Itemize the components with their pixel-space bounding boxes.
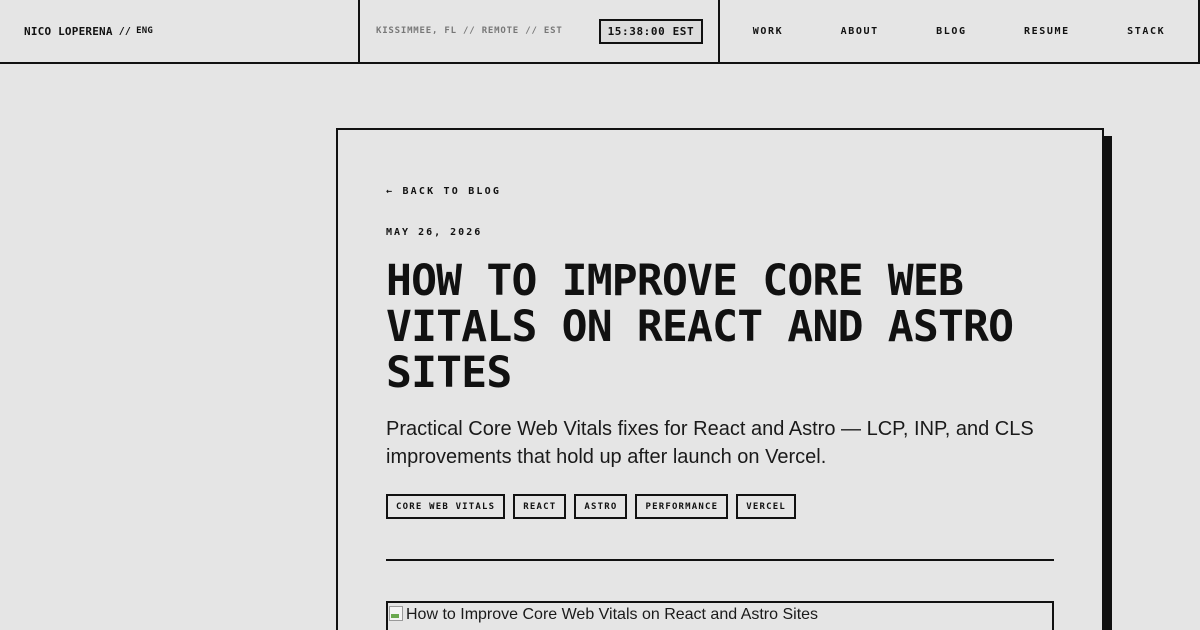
nav-item-about[interactable]: ABOUT	[841, 26, 879, 37]
hero-image: How to Improve Core Web Vitals on React …	[386, 601, 1054, 630]
broken-image-icon	[388, 605, 404, 621]
nav-item-blog[interactable]: BLOG	[936, 26, 966, 37]
location-text: KISSIMMEE, FL // REMOTE // EST	[376, 26, 563, 36]
tag-react[interactable]: REACT	[513, 494, 567, 519]
post-title: How to Improve Core Web Vitals on React …	[386, 256, 1014, 398]
tag-vercel[interactable]: VERCEL	[736, 494, 796, 519]
post-lede: Practical Core Web Vitals fixes for Reac…	[386, 418, 1034, 468]
divider	[386, 559, 1054, 561]
hero-image-alt-text: How to Improve Core Web Vitals on React …	[406, 606, 819, 623]
tag-list: CORE WEB VITALS REACT ASTRO PERFORMANCE …	[386, 494, 796, 519]
article-card: ← BACK TO BLOG MAY 26, 2026 How to Impro…	[336, 128, 1104, 630]
tag-core-web-vitals[interactable]: CORE WEB VITALS	[386, 494, 506, 519]
nav-item-stack[interactable]: STACK	[1127, 26, 1165, 37]
language-label[interactable]: ENG	[136, 26, 153, 36]
nav-item-work[interactable]: WORK	[753, 26, 783, 37]
brand[interactable]: NICO LOPERENA // ENG	[0, 0, 360, 62]
location-panel: KISSIMMEE, FL // REMOTE // EST 15:38:00 …	[360, 0, 720, 62]
main-nav: WORK ABOUT BLOG RESUME STACK	[720, 0, 1200, 62]
tag-astro[interactable]: ASTRO	[574, 494, 628, 519]
site-header: NICO LOPERENA // ENG KISSIMMEE, FL // RE…	[0, 0, 1200, 64]
back-to-blog-link[interactable]: ← BACK TO BLOG	[386, 186, 501, 197]
tag-performance[interactable]: PERFORMANCE	[635, 494, 729, 519]
clock-display: 15:38:00 EST	[598, 18, 704, 44]
brand-name[interactable]: NICO LOPERENA	[24, 25, 113, 38]
post-date: MAY 26, 2026	[386, 227, 483, 238]
brand-separator: //	[118, 25, 132, 37]
nav-item-resume[interactable]: RESUME	[1024, 26, 1070, 37]
